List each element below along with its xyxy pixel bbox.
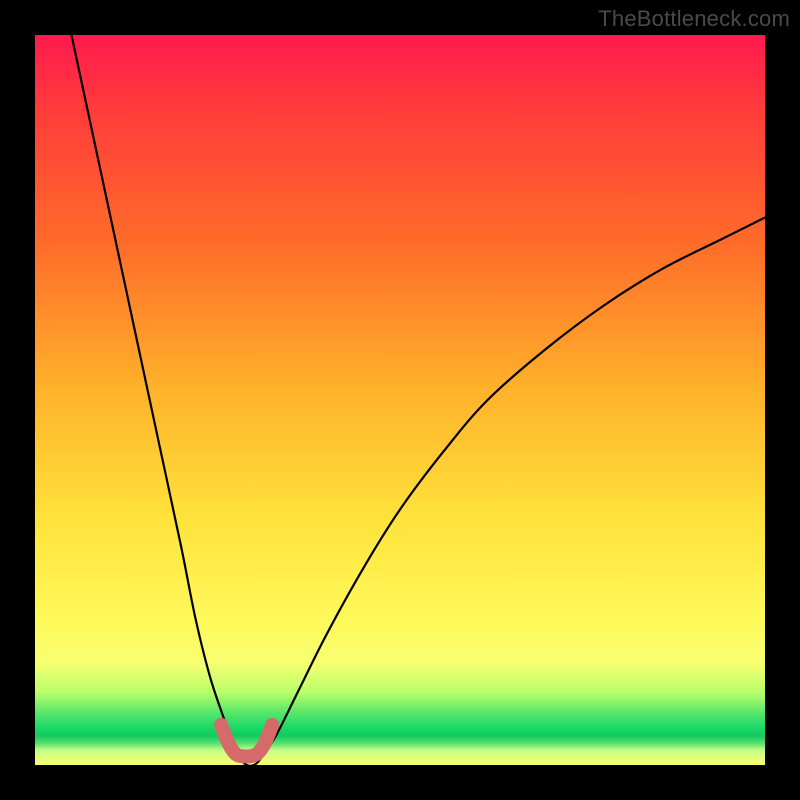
chart-frame: TheBottleneck.com	[0, 0, 800, 800]
curve-layer	[35, 35, 765, 765]
bottleneck-curve	[72, 35, 766, 766]
plot-area	[35, 35, 765, 765]
highlight-bottom-u	[221, 725, 272, 757]
watermark-text: TheBottleneck.com	[598, 6, 790, 32]
